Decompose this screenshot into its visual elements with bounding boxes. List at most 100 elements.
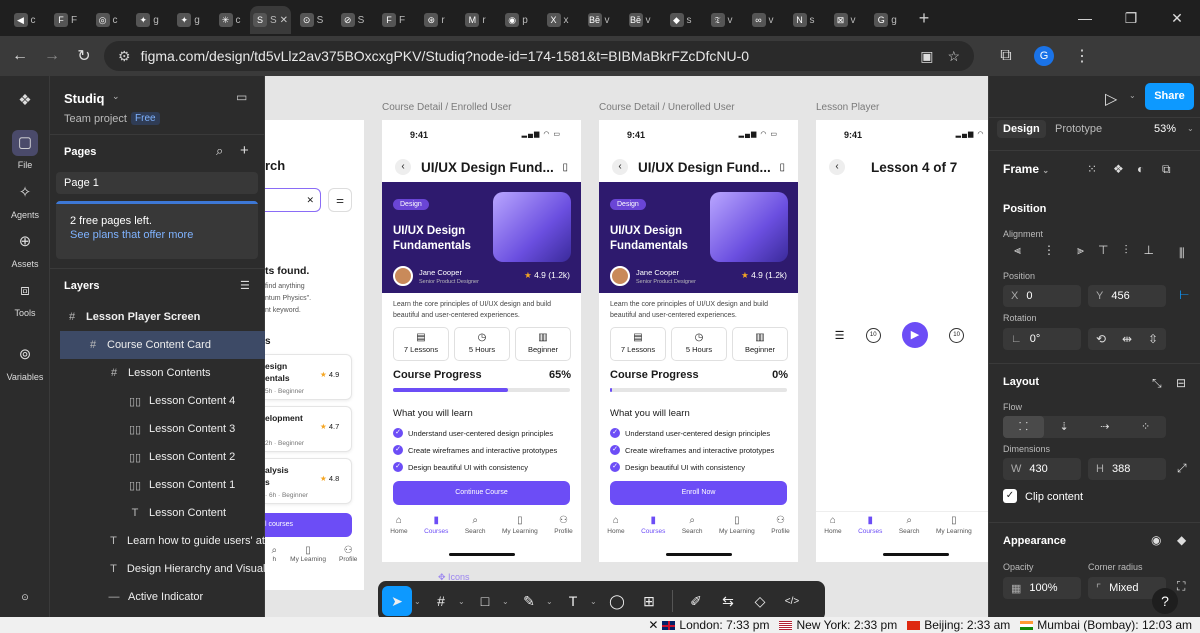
menu-icon[interactable]: ⋮ bbox=[1066, 46, 1098, 66]
tab-bar-item[interactable]: ⚇ Profile bbox=[339, 545, 357, 563]
search-results-frame[interactable]: rch ✕ ⚌ ts found. find anything ntum Phy… bbox=[265, 120, 364, 590]
chevron-down-icon[interactable]: ⌄ bbox=[1129, 91, 1136, 100]
course-detail-frame[interactable]: 9:41 ▂▄▆ ◠ ▭ ‹ UI/UX Design Fund... ▯ Design U… bbox=[382, 120, 581, 562]
browser-tab[interactable]: Gg bbox=[865, 6, 906, 34]
browser-tab[interactable]: FF bbox=[45, 6, 86, 34]
back-icon[interactable]: ‹ bbox=[395, 159, 411, 175]
move-tool-icon[interactable]: ➤ bbox=[382, 586, 412, 616]
figma-menu-button[interactable]: ❖ bbox=[0, 88, 50, 118]
site-info-icon[interactable]: ⚙ bbox=[118, 48, 131, 65]
star-icon[interactable]: ☆ bbox=[947, 48, 960, 65]
browser-tab[interactable]: ⊛ r bbox=[414, 6, 455, 34]
draw-tool-icon[interactable]: ✐ bbox=[681, 586, 711, 616]
rail-assets-button[interactable]: ⊕ Assets bbox=[0, 229, 50, 269]
rotate-icon[interactable]: ⟲ bbox=[1096, 332, 1106, 346]
clear-icon[interactable]: ✕ bbox=[306, 195, 314, 205]
rail-agents-button[interactable]: ✧ Agents bbox=[0, 180, 50, 220]
enroll-now-button[interactable]: Enroll Now bbox=[610, 481, 787, 505]
align-center-h-icon[interactable]: ⋮ bbox=[1043, 243, 1055, 265]
eye-icon[interactable]: ◉ bbox=[1151, 533, 1161, 547]
layer-item[interactable]: # Course Content Card bbox=[60, 331, 265, 359]
tab-bar-item[interactable]: ⌂ Home bbox=[824, 515, 841, 535]
blend-mode-icon[interactable]: ◆ bbox=[1177, 533, 1186, 547]
text-tool-icon[interactable]: T bbox=[558, 586, 588, 616]
world-clock[interactable]: ✕ London: 7:33 pm bbox=[648, 618, 769, 632]
tab-bar-item[interactable]: ⚇ Profile bbox=[554, 515, 572, 535]
play-icon[interactable]: ▶ bbox=[901, 322, 928, 348]
align-left-icon[interactable]: ⫷ bbox=[1014, 243, 1021, 265]
course-card[interactable]: elopment 2h · Beginner ★ 4.7 bbox=[265, 406, 352, 452]
frame-label[interactable]: Lesson Player bbox=[816, 102, 879, 113]
share-button[interactable]: Share bbox=[1145, 83, 1194, 110]
playlist-icon[interactable]: ☰ bbox=[835, 329, 845, 342]
component-icon[interactable]: ◇ bbox=[745, 586, 775, 616]
layer-item[interactable]: T Design Hierarchy and Visual F bbox=[50, 555, 265, 583]
tab-bar-item[interactable]: ⌂ Home bbox=[607, 515, 624, 535]
rotation-field[interactable]: ∟ 0° bbox=[1003, 328, 1081, 350]
tab-bar-item[interactable]: ⌕ Search bbox=[682, 515, 703, 535]
pen-tool-icon[interactable]: ✎ bbox=[514, 586, 544, 616]
address-bar[interactable]: ⚙ figma.com/design/td5vLlz2av375BOxcxgPK… bbox=[104, 41, 974, 71]
frame-type-dropdown[interactable]: Frame ⌄ bbox=[1003, 162, 1049, 176]
height-field[interactable]: H 388 bbox=[1088, 458, 1166, 480]
layer-item[interactable]: T Lesson Content bbox=[50, 499, 265, 527]
chevron-down-icon[interactable]: ⌄ bbox=[546, 597, 556, 606]
align-top-icon[interactable]: ⊤ bbox=[1098, 243, 1108, 265]
close-window-icon[interactable]: ✕ bbox=[1154, 10, 1200, 27]
extensions-icon[interactable]: ⧉ bbox=[990, 47, 1022, 65]
tab-bar-item[interactable]: ⌕ Search bbox=[899, 515, 920, 535]
rewind-10-icon[interactable]: 10 bbox=[865, 327, 881, 343]
forward-10-icon[interactable]: 10 bbox=[949, 327, 965, 343]
view-all-button[interactable]: l courses bbox=[265, 513, 352, 537]
auto-layout-icon[interactable]: ⊟ bbox=[1176, 376, 1186, 390]
browser-tab[interactable]: ◀ c bbox=[4, 6, 45, 34]
chevron-down-icon[interactable]: ⌄ bbox=[112, 91, 120, 102]
browser-tab[interactable]: ⊘ S bbox=[332, 6, 373, 34]
search-input-fragment[interactable]: ✕ bbox=[265, 188, 321, 212]
tab-bar-item[interactable]: ⌂ Home bbox=[390, 515, 407, 535]
align-middle-icon[interactable]: ⫶ bbox=[1124, 243, 1127, 265]
independent-corners-icon[interactable]: ⛶ bbox=[1177, 579, 1185, 594]
upload-icon[interactable]: ⊙ bbox=[0, 592, 50, 603]
browser-tab[interactable]: Ns bbox=[783, 6, 824, 34]
forward-icon[interactable]: → bbox=[36, 47, 68, 65]
code-icon[interactable]: </> bbox=[777, 586, 807, 616]
rail-tools-button[interactable]: ⧈ Tools bbox=[0, 278, 50, 318]
close-icon[interactable]: ✕ bbox=[648, 618, 658, 632]
restore-icon[interactable]: ❐ bbox=[1108, 10, 1154, 27]
flip-vertical-icon[interactable]: ⇳ bbox=[1148, 332, 1158, 346]
design-canvas[interactable]: rch ✕ ⚌ ts found. find anything ntum Phy… bbox=[265, 76, 988, 617]
add-page-icon[interactable]: + bbox=[240, 142, 249, 159]
layer-item[interactable]: ▯▯ Lesson Content 2 bbox=[50, 443, 265, 471]
chevron-down-icon[interactable]: ⌄ bbox=[1187, 124, 1194, 133]
flip-horizontal-icon[interactable]: ⇹ bbox=[1122, 332, 1132, 346]
grid-flow-icon[interactable]: ⁘ bbox=[1125, 416, 1166, 438]
comment-tool-icon[interactable]: ◯ bbox=[602, 586, 632, 616]
browser-tab[interactable]: ✦ g bbox=[127, 6, 168, 34]
frame-label[interactable]: Course Detail / Unerolled User bbox=[599, 102, 735, 113]
tab-bar-item[interactable]: ▯ My Learning bbox=[936, 515, 972, 535]
chevron-down-icon[interactable]: ⌄ bbox=[458, 597, 468, 606]
course-card[interactable]: esign entals 5h · Beginner ★ 4.9 bbox=[265, 354, 352, 400]
present-icon[interactable]: ▷ bbox=[1105, 89, 1117, 109]
browser-tab[interactable]: FF bbox=[373, 6, 414, 34]
tab-design[interactable]: Design bbox=[997, 120, 1046, 138]
constraints-icon[interactable]: ⊢ bbox=[1179, 288, 1189, 302]
browser-tab[interactable]: Mr bbox=[455, 6, 496, 34]
close-tab-icon[interactable]: ✕ bbox=[280, 15, 288, 26]
x-field[interactable]: X0 bbox=[1003, 285, 1081, 307]
profile-avatar[interactable]: G bbox=[1034, 46, 1054, 66]
layer-item[interactable]: ▯▯ Lesson Content 4 bbox=[50, 387, 265, 415]
tab-bar-item[interactable]: ⌕ h bbox=[272, 545, 278, 563]
chevron-down-icon[interactable]: ⌄ bbox=[502, 597, 512, 606]
back-icon[interactable]: ‹ bbox=[612, 159, 628, 175]
rail-file-button[interactable]: ▢ File bbox=[0, 130, 50, 170]
opacity-field[interactable]: ▦ 100% bbox=[1003, 577, 1081, 599]
world-clock[interactable]: Beijing: 2:33 am bbox=[907, 618, 1010, 632]
browser-tab[interactable]: Xx bbox=[537, 6, 578, 34]
bookmark-icon[interactable]: ▯ bbox=[562, 162, 568, 173]
browser-tab[interactable]: Bē v bbox=[578, 6, 619, 34]
browser-tab[interactable]: Bē v bbox=[619, 6, 660, 34]
browser-tab[interactable]: ◎ c bbox=[86, 6, 127, 34]
toggle-sidebar-icon[interactable]: ▭ bbox=[236, 90, 247, 104]
